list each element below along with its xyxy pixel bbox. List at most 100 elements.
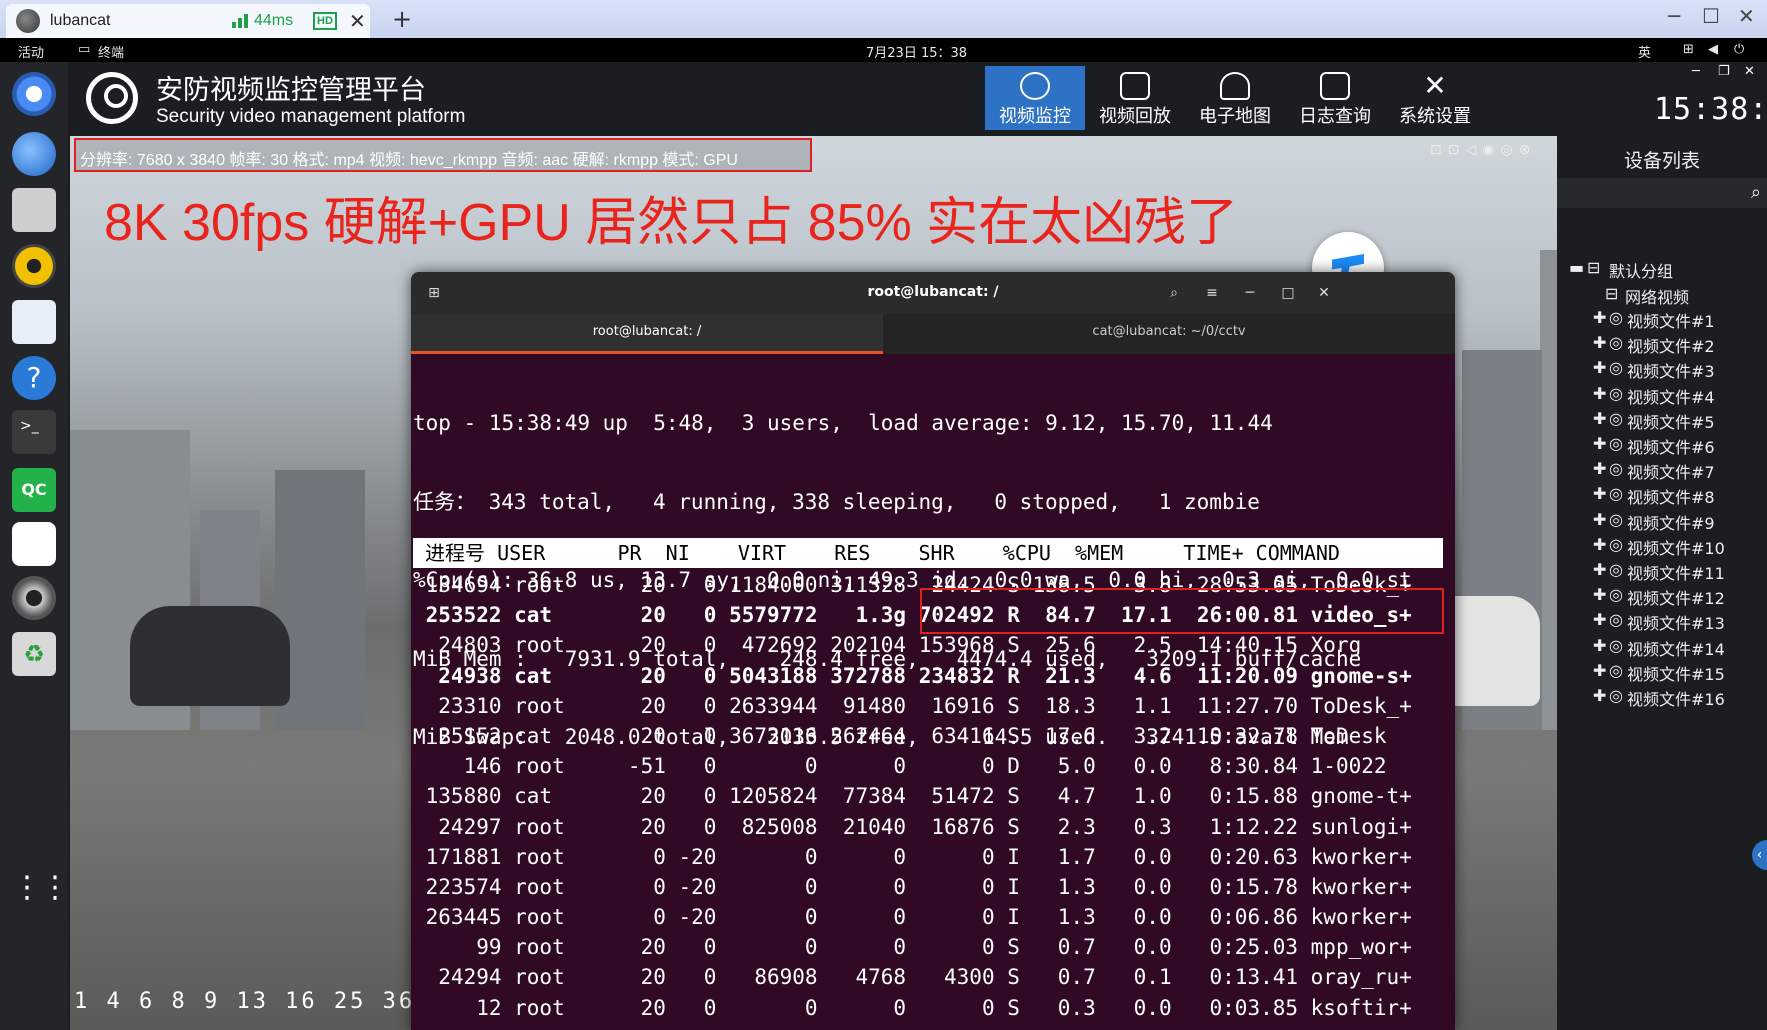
tree-item-video-file[interactable]: 视频文件#4 xyxy=(1627,384,1715,408)
camera-icon: ◎ xyxy=(1609,610,1623,630)
video-toolbar-icons[interactable]: ⊡⊡◁◉◎⊗ xyxy=(1430,142,1536,158)
tree-expand-icon[interactable]: ✚ xyxy=(1593,535,1606,554)
app-close-icon[interactable]: ✕ xyxy=(1744,64,1755,79)
terminal-app-label[interactable]: 终端 xyxy=(98,42,124,61)
tree-expand-icon[interactable]: ✚ xyxy=(1593,484,1606,503)
channel-layout-selector[interactable]: 1 4 6 8 9 13 16 25 36 64 xyxy=(74,989,464,1014)
camera-icon: ◎ xyxy=(1609,560,1623,579)
trash-icon[interactable]: ♻ xyxy=(12,632,56,676)
camera-icon[interactable] xyxy=(12,576,56,620)
tree-expand-icon[interactable]: ✚ xyxy=(1593,308,1606,327)
search-icon[interactable]: ⌕ xyxy=(1161,280,1187,306)
app-minimize-icon[interactable]: ─ xyxy=(1692,64,1700,79)
tree-item-video-file[interactable]: 视频文件#2 xyxy=(1627,333,1715,357)
nav-log-query[interactable]: 日志查询 xyxy=(1285,66,1385,130)
maximize-icon[interactable]: □ xyxy=(1275,280,1301,306)
tree-expand-icon[interactable]: ✚ xyxy=(1593,459,1606,478)
activities-button[interactable]: 活动 xyxy=(18,42,44,61)
app-grid-icon[interactable]: ⋮⋮⋮ xyxy=(12,866,98,910)
tree-item-video-file[interactable]: 视频文件#16 xyxy=(1627,686,1725,710)
tree-item-video-file[interactable]: 视频文件#7 xyxy=(1627,459,1715,483)
tree-item-video-file[interactable]: 视频文件#9 xyxy=(1627,510,1715,534)
terminal-window[interactable]: ⊞ root@lubancat: / ⌕ ≡ ─ □ ✕ root@lubanc… xyxy=(411,272,1455,1030)
tree-item-video-file[interactable]: 视频文件#3 xyxy=(1627,358,1715,382)
tree-expand-icon[interactable]: ✚ xyxy=(1593,384,1606,403)
tree-item-video-file[interactable]: 视频文件#10 xyxy=(1627,535,1725,559)
tree-group-default[interactable]: 默认分组 xyxy=(1609,258,1673,282)
help-icon[interactable]: ? xyxy=(12,356,56,400)
map-pin-icon xyxy=(1220,72,1250,100)
terminal-icon[interactable]: >_ xyxy=(12,410,56,454)
tree-item-video-file[interactable]: 视频文件#11 xyxy=(1627,560,1725,584)
clock-datetime[interactable]: 7月23日 15：38 xyxy=(866,42,967,61)
files-icon[interactable] xyxy=(12,188,56,232)
maximize-icon[interactable]: ☐ xyxy=(1702,4,1720,28)
nav-system-settings[interactable]: ✕ 系统设置 xyxy=(1385,66,1485,130)
tree-expand-icon[interactable]: ✚ xyxy=(1593,686,1606,705)
tree-expand-icon[interactable]: ✚ xyxy=(1593,358,1606,377)
scene-building xyxy=(1540,250,1557,730)
log-icon xyxy=(1320,72,1350,100)
camera-icon: ◎ xyxy=(1609,660,1623,680)
tree-expand-icon[interactable]: ✚ xyxy=(1593,434,1606,453)
tree-expand-icon[interactable]: ✚ xyxy=(1593,661,1606,680)
tree-expand-icon[interactable]: ✚ xyxy=(1593,610,1606,629)
tree-item-video-file[interactable]: 视频文件#1 xyxy=(1627,308,1715,332)
new-tab-button[interactable]: + xyxy=(392,5,412,33)
minimize-icon[interactable]: ─ xyxy=(1668,4,1680,28)
camera-icon: ◎ xyxy=(1609,434,1623,453)
nav-electronic-map[interactable]: 电子地图 xyxy=(1185,66,1285,130)
qtcreator-icon[interactable]: QC xyxy=(12,468,56,512)
thunderbird-icon[interactable] xyxy=(12,132,56,176)
hd-badge[interactable]: HD xyxy=(313,12,337,30)
tree-item-video-file[interactable]: 视频文件#5 xyxy=(1627,409,1715,433)
tree-item-video-file[interactable]: 视频文件#15 xyxy=(1627,661,1725,685)
app-header: 安防视频监控管理平台 Security video management pla… xyxy=(68,62,1767,134)
scene-car xyxy=(130,606,290,706)
tree-item-video-file[interactable]: 视频文件#12 xyxy=(1627,585,1725,609)
tree-expand-icon[interactable]: ✚ xyxy=(1593,636,1606,655)
terminal-tab-root[interactable]: root@lubancat: / xyxy=(411,314,883,354)
todesk-icon[interactable] xyxy=(12,522,56,566)
tree-network-video[interactable]: 网络视频 xyxy=(1625,284,1689,308)
highlight-box xyxy=(920,588,1444,634)
nav-video-monitor[interactable]: 视频监控 xyxy=(985,66,1085,130)
power-icon[interactable]: ⏻ xyxy=(1734,42,1744,57)
menu-icon[interactable]: ≡ xyxy=(1199,280,1225,306)
device-search[interactable]: ⌕ xyxy=(1557,178,1767,208)
rhythmbox-icon[interactable] xyxy=(12,244,56,288)
tree-expand-icon[interactable]: ✚ xyxy=(1593,409,1606,428)
volume-icon[interactable]: ◀ xyxy=(1708,42,1718,57)
overlay-caption: 8K 30fps 硬解+GPU 居然只占 85% 实在太凶残了 xyxy=(104,194,1239,252)
system-top-bar: 活动 ▭ 终端 7月23日 15：38 英 ⊞ ◀ ⏻ xyxy=(0,38,1767,62)
tree-expand-icon[interactable]: ✚ xyxy=(1593,585,1606,604)
nav-video-playback[interactable]: 视频回放 xyxy=(1085,66,1185,130)
camera-icon: ◎ xyxy=(1609,308,1623,327)
search-icon[interactable]: ⌕ xyxy=(1751,182,1761,203)
tree-item-video-file[interactable]: 视频文件#6 xyxy=(1627,434,1715,458)
app-maximize-icon[interactable]: ❐ xyxy=(1718,64,1730,79)
tree-collapse-icon[interactable]: ▬ xyxy=(1569,258,1584,277)
network-icon[interactable]: ⊞ xyxy=(1683,42,1694,57)
close-tab-icon[interactable]: ✕ xyxy=(349,9,366,34)
tree-item-video-file[interactable]: 视频文件#8 xyxy=(1627,484,1715,508)
close-icon[interactable]: ✕ xyxy=(1311,280,1337,306)
tree-expand-icon[interactable]: ✚ xyxy=(1593,510,1606,529)
tree-item-video-file[interactable]: 视频文件#13 xyxy=(1627,610,1725,634)
tree-expand-icon[interactable]: ✚ xyxy=(1593,333,1606,352)
latency-label: 44ms xyxy=(254,12,294,29)
tree-expand-icon[interactable]: ✚ xyxy=(1593,560,1606,579)
writer-icon[interactable] xyxy=(12,300,56,344)
terminal-tab-cat[interactable]: cat@lubancat: ~/0/cctv xyxy=(883,314,1455,354)
tools-icon: ✕ xyxy=(1423,69,1447,102)
tree-item-video-file[interactable]: 视频文件#14 xyxy=(1627,636,1725,660)
camera-icon: ◎ xyxy=(1609,635,1623,655)
camera-icon: ◎ xyxy=(1609,358,1623,378)
minimize-icon[interactable]: ─ xyxy=(1237,280,1263,306)
terminal-app-icon[interactable]: ▭ xyxy=(78,42,90,57)
chromium-icon[interactable] xyxy=(12,72,56,116)
close-window-icon[interactable]: ✕ xyxy=(1738,4,1755,28)
remote-session-tab[interactable]: lubancat 44ms HD ✕ xyxy=(6,4,370,38)
input-method-indicator[interactable]: 英 xyxy=(1638,42,1651,61)
signal-icon xyxy=(232,14,248,28)
